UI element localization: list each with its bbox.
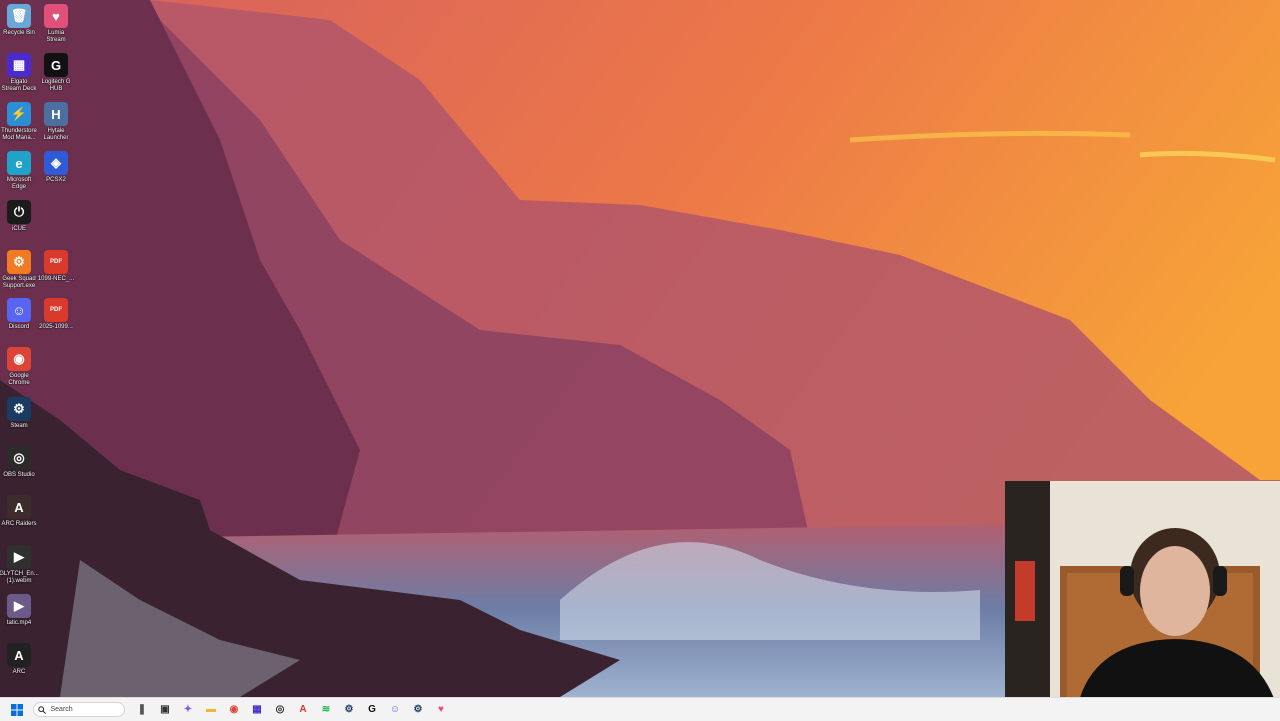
desktop-icon-label: Elgato Stream Deck [1, 79, 37, 92]
lumia-stream-icon: ♥ [44, 4, 68, 28]
file-explorer-icon: ▬ [206, 704, 216, 715]
desktop-icon-label: tatic.mp4 [6, 620, 32, 626]
stream-deck-icon: ▦ [252, 704, 262, 715]
desktop-icon[interactable]: ⏻ iCUE [0, 200, 38, 233]
obs-studio-icon: ◎ [275, 704, 285, 715]
recycle-bin-icon: 🗑 [7, 4, 31, 28]
desktop-icon-label: Recycle Bin [3, 30, 35, 36]
start-button[interactable] [8, 701, 26, 719]
desktop-icon-label: Steam [10, 423, 28, 429]
webcam-overlay [1005, 481, 1280, 720]
geek-squad-icon: ⚙ [7, 250, 31, 274]
lumia-stream-icon: ♥ [438, 704, 444, 715]
taskbar-pinned-apps: ❚ ▣ ✦ ▬ ◉ ▦ ◎ A ≋ ⚙ G ☺ ⚙ ♥ [131, 701, 453, 719]
thunderstore-icon: ⚡ [7, 102, 31, 126]
desktop-icon-label: iCUE [11, 226, 26, 232]
taskbar-search[interactable]: Search [32, 702, 125, 717]
desktop-icon[interactable]: ▶ tatic.mp4 [0, 594, 38, 627]
arc-raiders-icon: A [7, 495, 31, 519]
chrome-icon: ◉ [229, 704, 239, 715]
desktop-icon[interactable]: 🗑 Recycle Bin [0, 4, 38, 37]
desktop-icon[interactable]: ◉ Google Chrome [0, 347, 38, 387]
desktop-icon-label: Logitech G HUB [41, 79, 71, 92]
desktop-icon[interactable]: PDF 1099-NEC_... [37, 250, 75, 283]
desktop-icon-label: 1099-NEC_... [37, 276, 75, 282]
desktop-icon[interactable]: A ARC [0, 643, 38, 676]
file-manager-icon: ▣ [160, 704, 170, 715]
search-placeholder: Search [50, 706, 73, 713]
pdf-file-icon: PDF [44, 250, 68, 274]
desktop-icon[interactable]: A ARC Raiders [0, 495, 38, 528]
taskbar-app-spotify[interactable]: ≋ [317, 701, 335, 719]
acrobat-icon: A [299, 704, 307, 715]
taskbar-app-copilot[interactable]: ✦ [179, 701, 197, 719]
taskbar-app-acrobat[interactable]: A [294, 701, 312, 719]
desktop-icon[interactable]: ◈ PCSX2 [37, 151, 75, 184]
desktop-icon-label: ARC Raiders [1, 521, 37, 527]
video-file-icon: ▶ [7, 545, 31, 569]
taskbar-app-file-explorer[interactable]: ▬ [202, 701, 220, 719]
desktop-icon-label: Geek Squad Support.exe [2, 276, 36, 289]
desktop-icon-label: PCSX2 [46, 177, 66, 183]
desktop-icon-label: GLYTCH_En... (1).webm [0, 571, 39, 584]
discord-icon: ☺ [7, 298, 31, 322]
taskbar-app-chrome[interactable]: ◉ [225, 701, 243, 719]
desktop-icon[interactable]: PDF 2025-1099... [37, 298, 75, 331]
video-file-icon: ▶ [7, 594, 31, 618]
desktop-icon-label: Microsoft Edge [6, 177, 32, 190]
desktop-icon-label: ARC [12, 669, 26, 675]
windows-start-icon [11, 703, 23, 716]
steam-icon: ⚙ [413, 704, 423, 715]
desktop-icon-label: Hytale Launcher [43, 128, 69, 141]
taskbar-app-lumia-stream[interactable]: ♥ [432, 701, 450, 719]
desktop-icon[interactable]: ▶ GLYTCH_En... (1).webm [0, 545, 39, 585]
hytale-launcher-icon: H [44, 102, 68, 126]
obs-studio-icon: ◎ [7, 446, 31, 470]
desktop-icon[interactable]: ⚙ Steam [0, 397, 38, 430]
desktop-icon-label: Discord [8, 324, 30, 330]
stream-deck-icon: ▦ [7, 53, 31, 77]
taskbar-app-file-manager[interactable]: ▣ [156, 701, 174, 719]
copilot-icon: ✦ [183, 704, 193, 715]
chrome-icon: ◉ [7, 347, 31, 371]
webcam-person-image [1005, 481, 1280, 720]
desktop-icon-label: OBS Studio [3, 472, 35, 478]
start-icon: ❚ [137, 704, 147, 715]
desktop-icon-label: Thunderstore Mod Mana... [1, 128, 37, 141]
taskbar: Search ❚ ▣ ✦ ▬ ◉ ▦ ◎ A ≋ ⚙ G ☺ ⚙ ♥ [0, 697, 1280, 721]
icue-icon: ⏻ [7, 200, 31, 224]
desktop-icon-label: Google Chrome [8, 373, 30, 386]
pcsx2-icon: ◈ [44, 151, 68, 175]
steam-icon: ⚙ [7, 397, 31, 421]
desktop-icon[interactable]: e Microsoft Edge [0, 151, 38, 191]
desktop-icon-label: 2025-1099... [39, 324, 73, 330]
desktop-icon[interactable]: ▦ Elgato Stream Deck [0, 53, 38, 93]
taskbar-app-steam[interactable]: ⚙ [340, 701, 358, 719]
taskbar-app-logitech-ghub[interactable]: G [363, 701, 381, 719]
pdf-file-icon: PDF [44, 298, 68, 322]
logitech-ghub-icon: G [44, 53, 68, 77]
desktop-icon[interactable]: ☺ Discord [0, 298, 38, 331]
desktop-icon[interactable]: ♥ Lumia Stream [37, 4, 75, 44]
desktop-icon[interactable]: H Hytale Launcher [37, 102, 75, 142]
logitech-ghub-icon: G [368, 704, 376, 715]
taskbar-app-obs-studio[interactable]: ◎ [271, 701, 289, 719]
desktop-icon[interactable]: ⚡ Thunderstore Mod Mana... [0, 102, 38, 142]
arc-icon: A [7, 643, 31, 667]
desktop-icon[interactable]: G Logitech G HUB [37, 53, 75, 93]
taskbar-app-stream-deck[interactable]: ▦ [248, 701, 266, 719]
desktop-icon[interactable]: ⚙ Geek Squad Support.exe [0, 250, 38, 290]
edge-icon: e [7, 151, 31, 175]
taskbar-app-start[interactable]: ❚ [133, 701, 151, 719]
taskbar-app-discord[interactable]: ☺ [386, 701, 404, 719]
steam-icon: ⚙ [344, 704, 354, 715]
search-icon [37, 705, 46, 714]
desktop-icon-label: Lumia Stream [46, 30, 66, 43]
discord-icon: ☺ [389, 704, 401, 715]
spotify-icon: ≋ [321, 704, 331, 715]
desktop-icon[interactable]: ◎ OBS Studio [0, 446, 38, 479]
taskbar-app-steam[interactable]: ⚙ [409, 701, 427, 719]
